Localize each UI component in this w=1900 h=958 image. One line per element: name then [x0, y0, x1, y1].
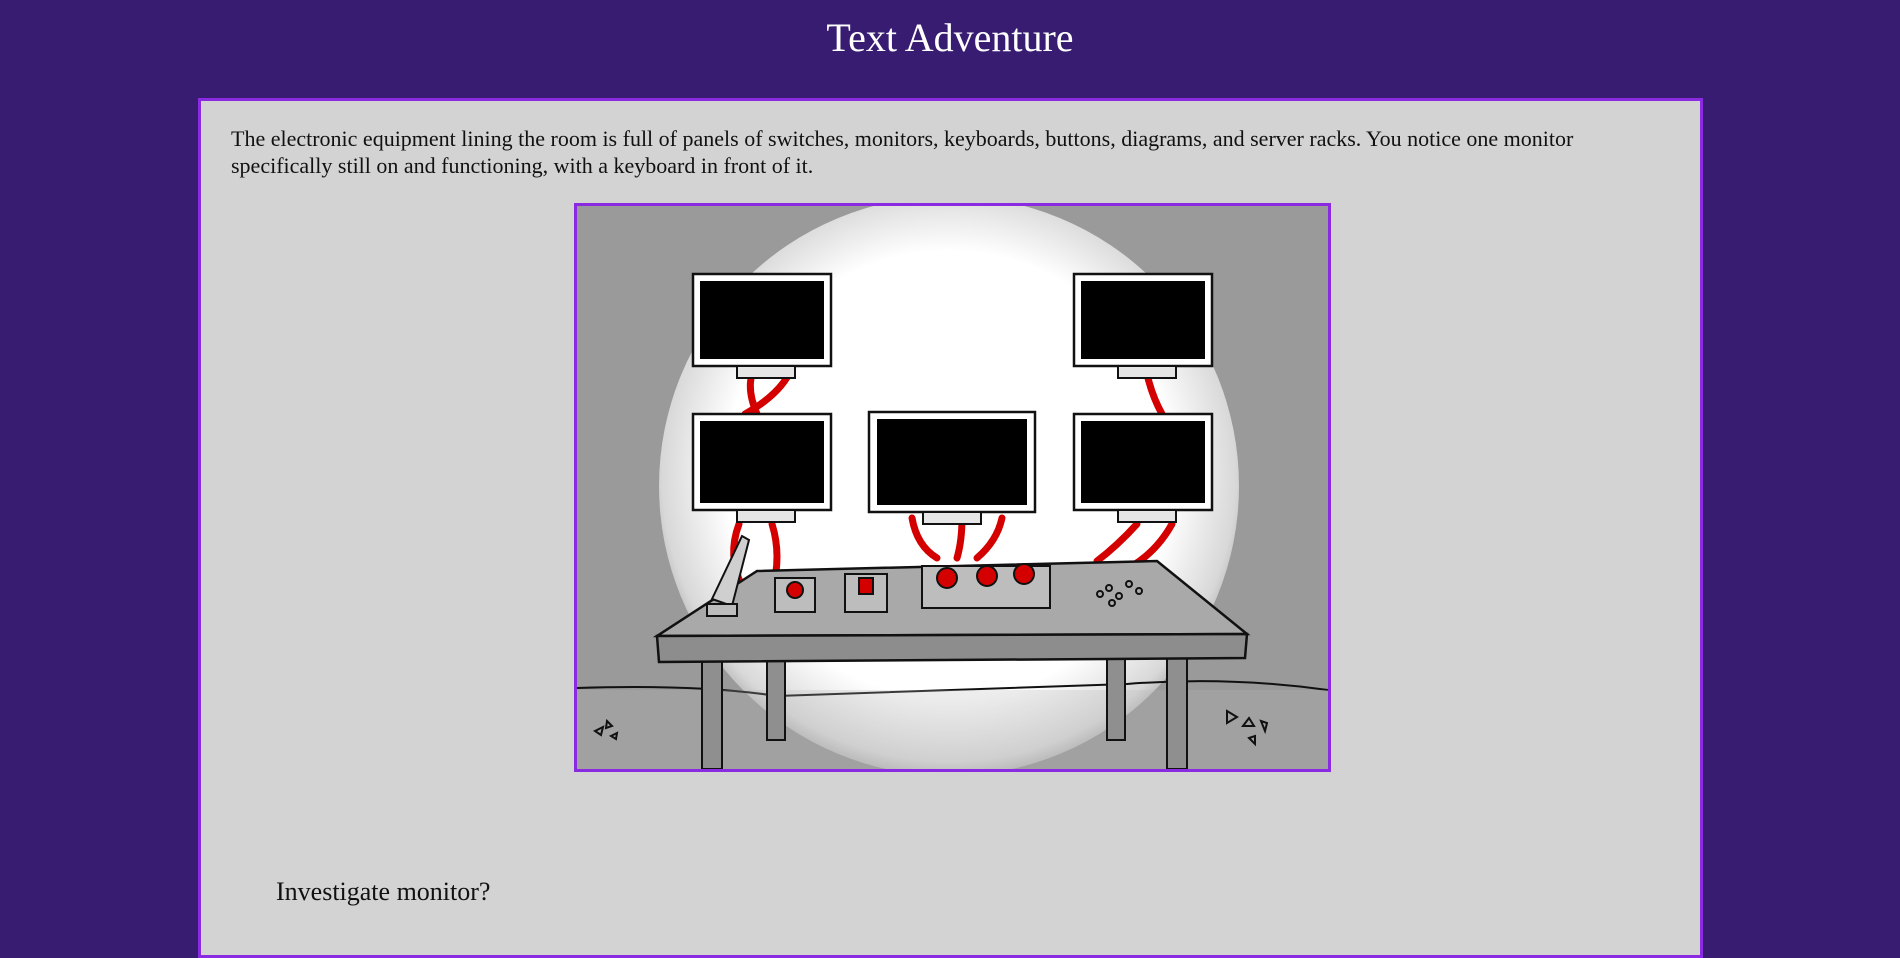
control-box-2 [844, 573, 888, 613]
monitor-middle-left [691, 412, 833, 523]
monitor-top-left [691, 272, 833, 379]
monitor-middle-right [1072, 412, 1214, 523]
control-box-1 [774, 577, 816, 613]
choice-investigate-monitor[interactable]: Investigate monitor? [276, 877, 490, 907]
control-box-3 [921, 563, 1051, 609]
game-panel: The electronic equipment lining the room… [198, 98, 1703, 958]
scene-description: The electronic equipment lining the room… [231, 126, 1574, 178]
monitor-center [867, 410, 1037, 525]
monitor-top-right [1072, 272, 1214, 379]
page-title: Text Adventure [826, 15, 1074, 60]
scene-illustration [574, 203, 1331, 772]
